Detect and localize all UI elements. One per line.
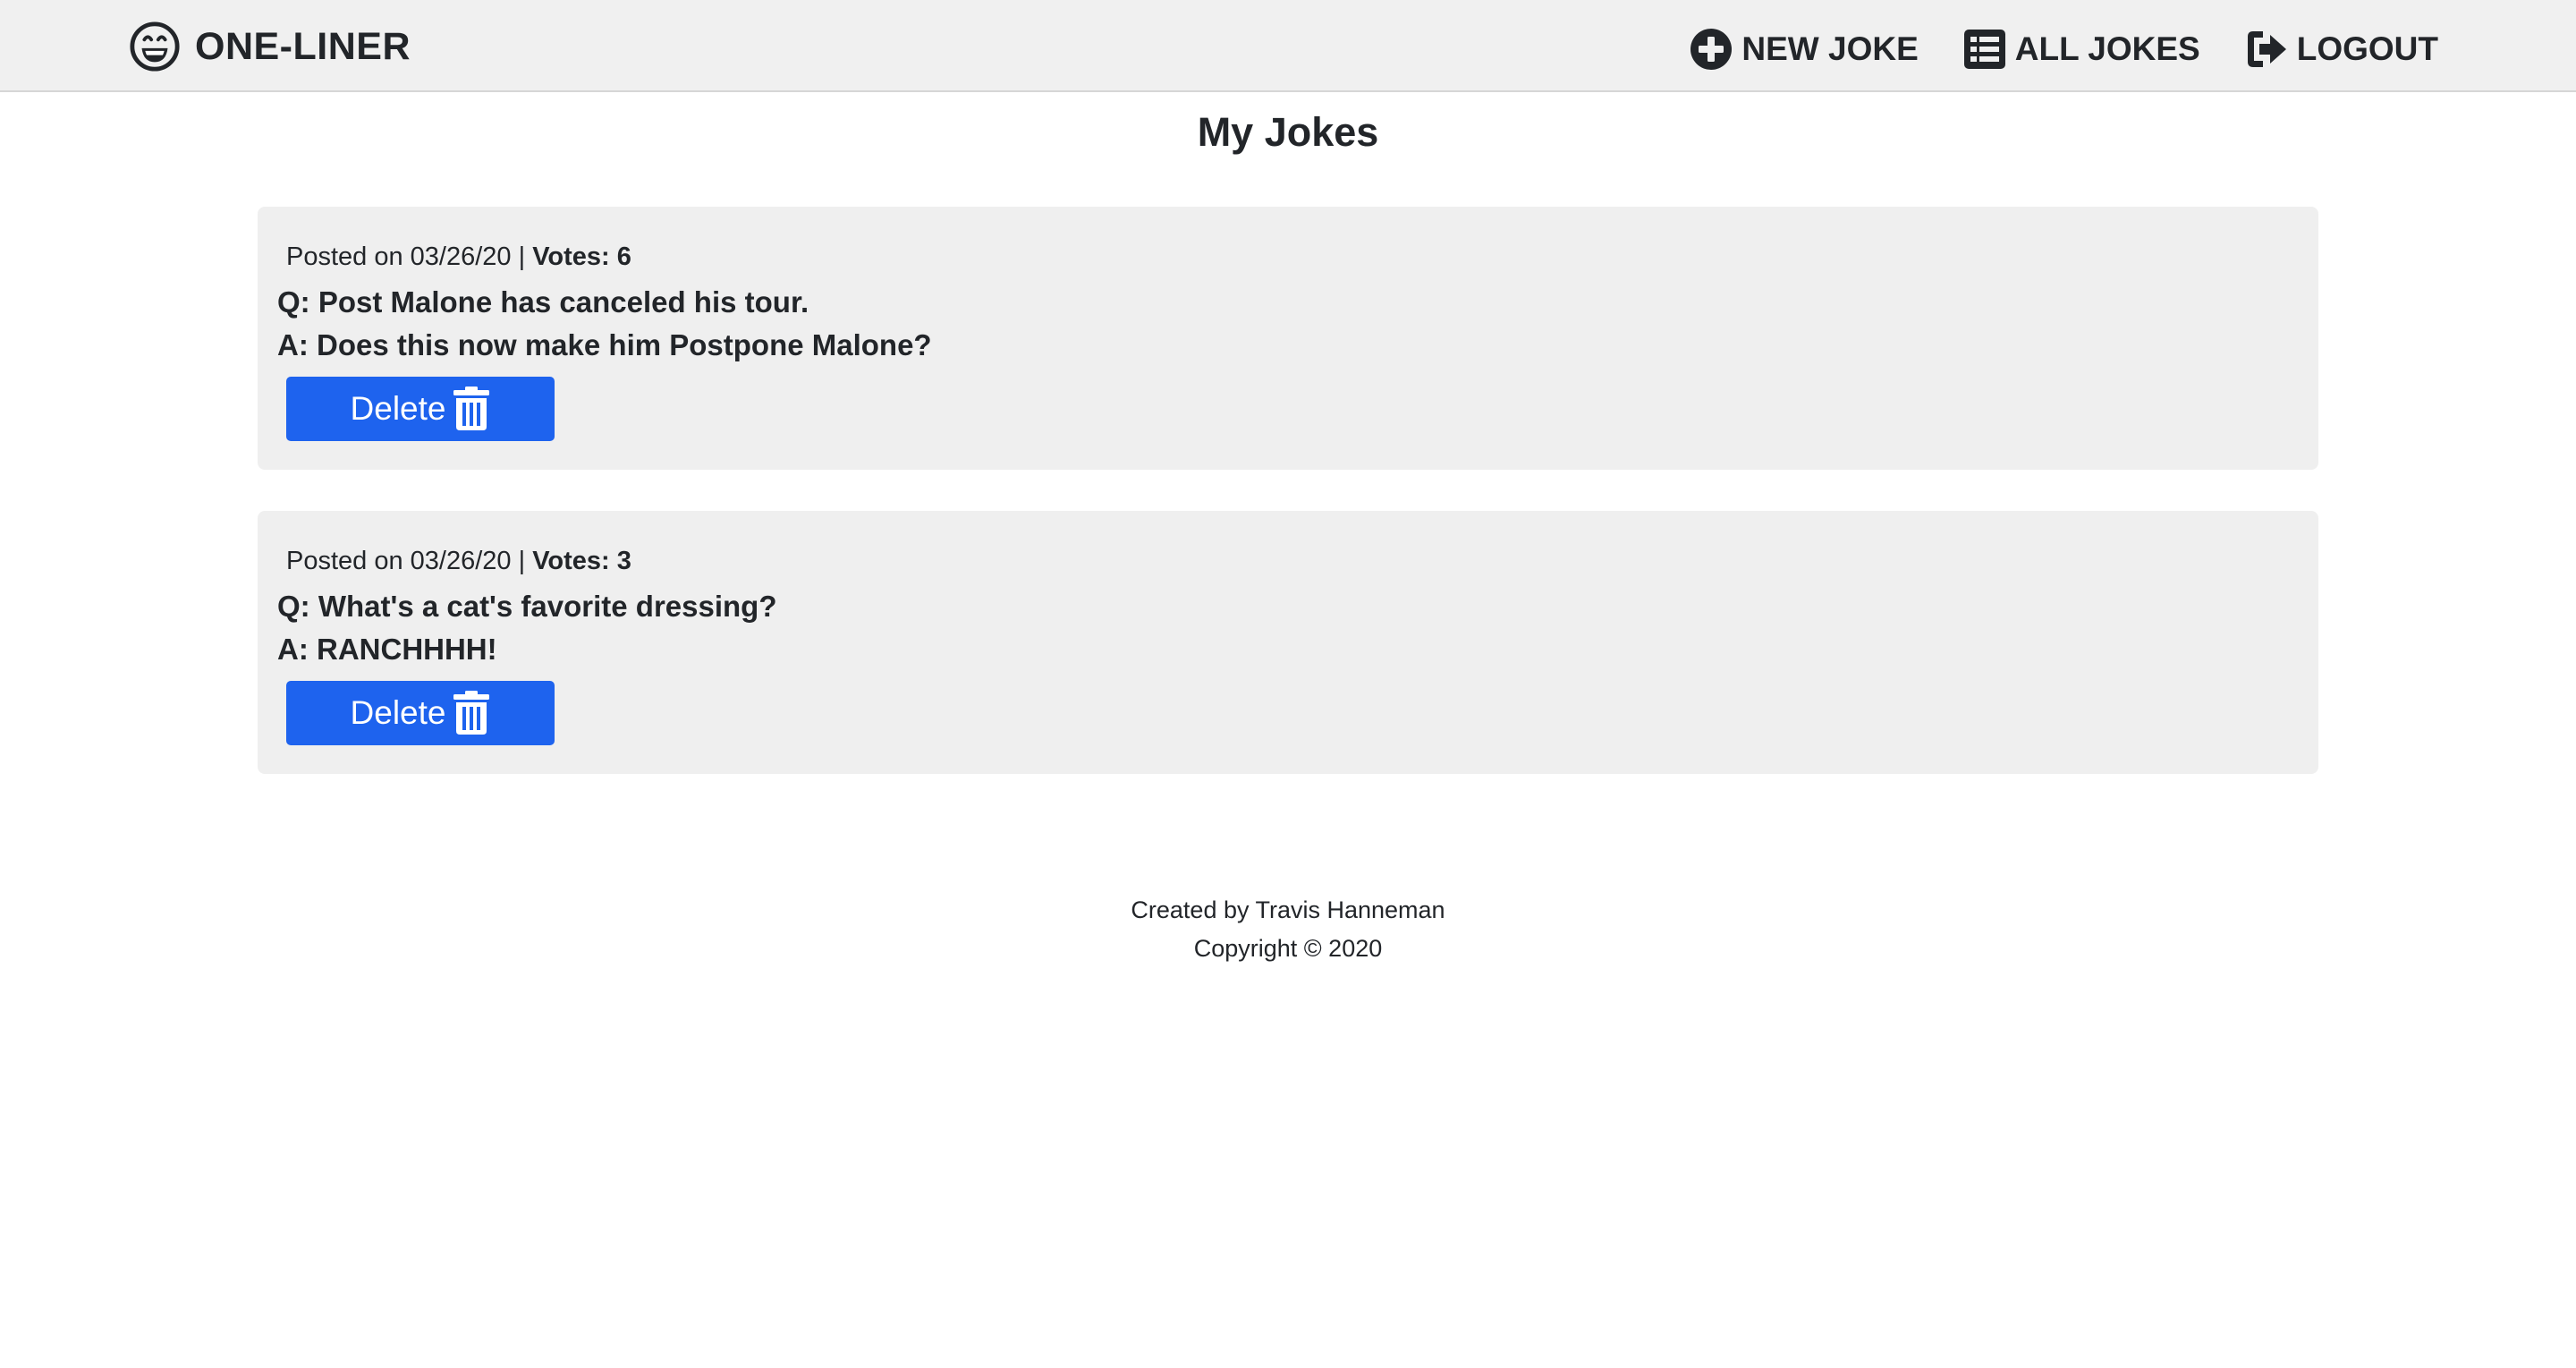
brand-link[interactable]: ONE-LINER: [129, 20, 411, 73]
vote-count: Votes: 3: [532, 547, 631, 575]
page-title: My Jokes: [1197, 109, 1379, 155]
vote-count: Votes: 6: [532, 242, 631, 271]
footer-copyright: Copyright © 2020: [1193, 935, 1383, 962]
delete-button[interactable]: Delete: [286, 377, 555, 441]
joke-question: Q: What's a cat's favorite dressing?: [277, 590, 777, 623]
navbar: ONE-LINER NEW JOKE ALL JOKES LOGOUT: [0, 0, 2576, 92]
plus-circle-icon: [1690, 29, 1733, 70]
joke-meta: Posted on 03/26/20 | Votes: 6: [286, 242, 631, 272]
sign-out-icon: [2247, 31, 2286, 67]
nav-all-jokes-label: ALL JOKES: [2014, 30, 2200, 67]
brand-name: ONE-LINER: [195, 24, 411, 68]
joke-list: Posted on 03/26/20 | Votes: 6 Q: Post Ma…: [258, 207, 2318, 815]
nav-links: NEW JOKE ALL JOKES LOGOUT: [1690, 27, 2438, 72]
joke-card: Posted on 03/26/20 | Votes: 6 Q: Post Ma…: [258, 207, 2318, 470]
list-icon: [1963, 30, 2005, 69]
delete-label: Delete: [350, 694, 446, 731]
grin-icon: [130, 21, 180, 72]
posted-date: Posted on 03/26/20 |: [286, 547, 533, 575]
joke-answer: A: RANCHHHH!: [277, 633, 497, 666]
footer: Created by Travis Hanneman Copyright © 2…: [0, 891, 2576, 968]
delete-label: Delete: [350, 390, 446, 427]
trash-icon: [453, 691, 490, 735]
footer-credit: Created by Travis Hanneman: [1131, 896, 1445, 923]
posted-date: Posted on 03/26/20 |: [286, 242, 533, 271]
nav-new-joke-label: NEW JOKE: [1741, 30, 1919, 67]
nav-all-jokes[interactable]: ALL JOKES: [1963, 28, 2200, 71]
nav-logout[interactable]: LOGOUT: [2245, 28, 2438, 71]
joke-card: Posted on 03/26/20 | Votes: 3 Q: What's …: [258, 511, 2318, 774]
nav-logout-label: LOGOUT: [2296, 30, 2438, 67]
joke-meta: Posted on 03/26/20 | Votes: 3: [286, 547, 631, 576]
joke-answer: A: Does this now make him Postpone Malon…: [277, 328, 932, 361]
nav-new-joke[interactable]: NEW JOKE: [1690, 28, 1919, 71]
joke-question: Q: Post Malone has canceled his tour.: [277, 285, 809, 319]
trash-icon: [453, 387, 490, 430]
delete-button[interactable]: Delete: [286, 681, 555, 745]
